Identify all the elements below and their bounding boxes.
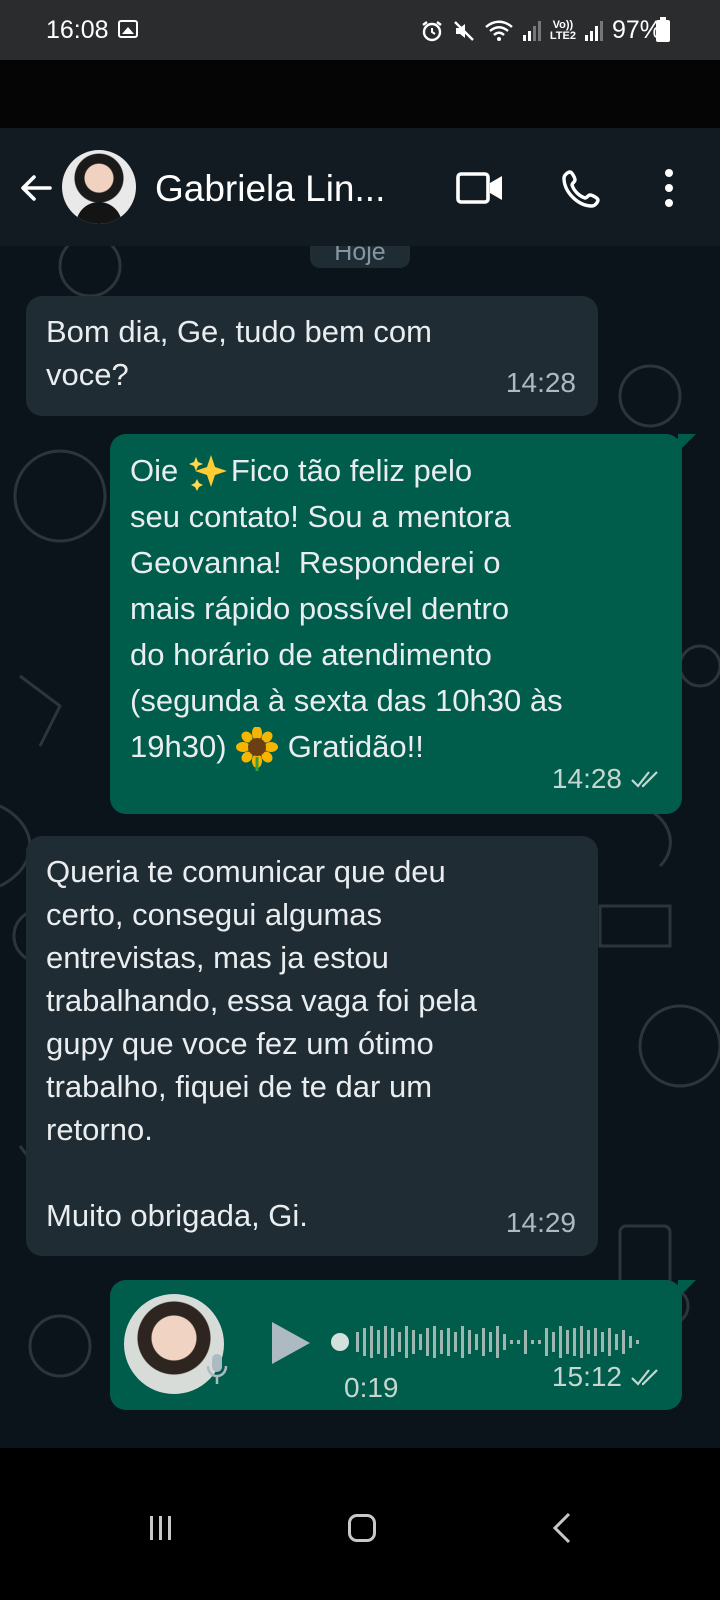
lte-label: LTE2 (549, 29, 576, 42)
more-vertical-icon[interactable] (664, 168, 674, 208)
message-meta: 14:29 (506, 1201, 576, 1244)
chat-area[interactable]: Hoje Bom dia, Ge, tudo bem com voce? 14:… (0, 246, 720, 1448)
bubble-tail (678, 434, 696, 452)
voice-message[interactable]: 0:19 15:12 (110, 1280, 696, 1410)
bubble-tail (678, 1280, 696, 1298)
message-text: Bom dia, Ge, tudo bem com voce? (46, 314, 432, 392)
contact-avatar[interactable] (62, 150, 136, 224)
contact-name[interactable]: Gabriela Lin... (155, 168, 385, 210)
message-text: Queria te comunicar que deu certo, conse… (46, 854, 477, 1233)
home-icon[interactable] (348, 1514, 376, 1542)
system-nav-bar (0, 1448, 720, 1600)
message-text: Oie Fico tão feliz pelo seu contato! Sou… (130, 448, 662, 771)
message-time: 15:12 (551, 1361, 622, 1392)
status-icons: Vo)) LTE2 97% (420, 16, 662, 45)
microphone-icon (206, 1354, 228, 1384)
arrow-left-icon[interactable] (16, 168, 56, 208)
volte-lte-indicator: Vo)) LTE2 (549, 18, 576, 42)
message-time: 14:28 (505, 367, 576, 398)
message-text-part: seu contato! Sou a mentora Geovanna! Res… (130, 499, 563, 764)
message-outgoing[interactable]: Oie Fico tão feliz pelo seu contato! Sou… (110, 434, 696, 814)
message-time: 14:28 (551, 763, 622, 794)
mute-icon (454, 20, 474, 41)
wifi-icon (485, 20, 513, 41)
gallery-notification-icon (118, 20, 138, 38)
signal-icon (522, 20, 541, 41)
recent-apps-icon[interactable] (148, 1516, 174, 1540)
battery-percent: 97% (611, 16, 662, 44)
alarm-icon (422, 20, 442, 41)
message-text-part: Fico tão feliz pelo (230, 453, 473, 488)
message-time: 14:29 (505, 1207, 576, 1238)
message-text-part: Oie (130, 453, 187, 488)
voice-duration: 0:19 (344, 1372, 399, 1403)
message-meta: 14:28 (506, 361, 576, 404)
back-nav-icon[interactable] (552, 1512, 572, 1544)
play-icon[interactable] (268, 1320, 312, 1366)
status-bar: 16:08 Vo)) LTE2 97% (0, 0, 720, 60)
message-meta: 15:12 (552, 1355, 660, 1398)
phone-icon[interactable] (562, 168, 602, 208)
message-text-part: Gratidão!! (279, 729, 424, 764)
sunflower-icon (236, 726, 279, 771)
video-camera-icon[interactable] (456, 170, 504, 206)
status-spacer (0, 60, 720, 128)
double-check-icon (631, 1368, 658, 1386)
double-check-icon (631, 771, 658, 788)
signal-icon-2 (584, 20, 603, 41)
date-chip: Hoje (310, 246, 410, 268)
message-incoming[interactable]: Queria te comunicar que deu certo, conse… (26, 836, 598, 1256)
status-time: 16:08 (46, 16, 109, 44)
chat-header: Gabriela Lin... (0, 128, 720, 246)
battery-icon (656, 17, 670, 42)
sparkles-icon (188, 454, 227, 491)
message-incoming[interactable]: Bom dia, Ge, tudo bem com voce? 14:28 (26, 296, 598, 416)
message-meta: 14:28 (552, 756, 660, 802)
volte-label: Vo)) (552, 18, 574, 31)
